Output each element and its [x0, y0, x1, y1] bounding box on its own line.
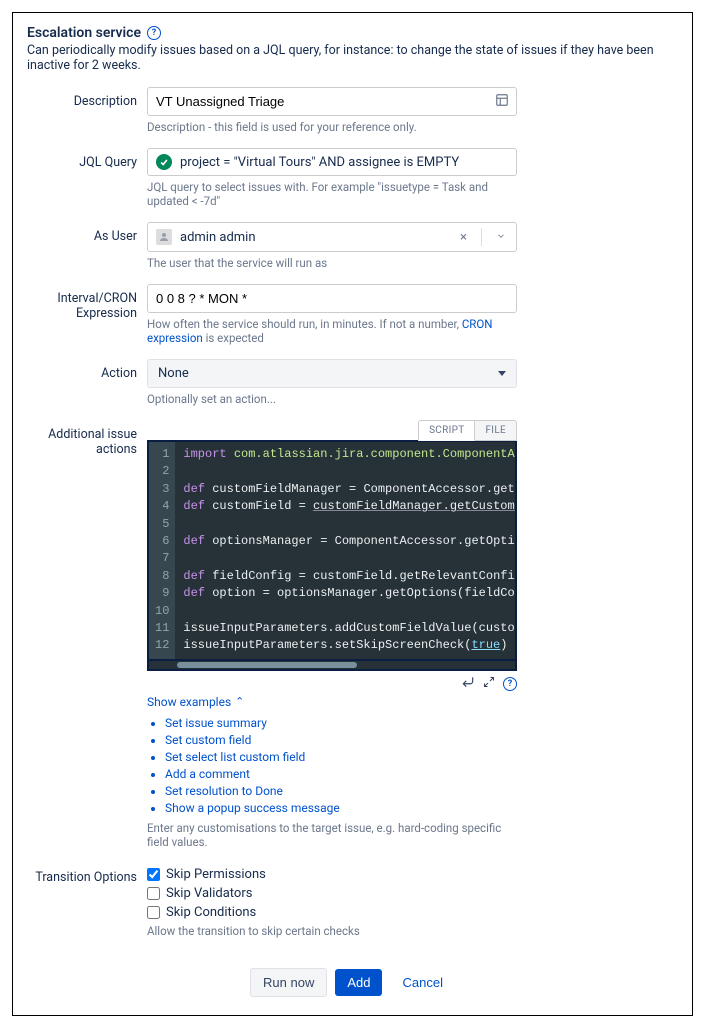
additional-label: Additional issue actions	[27, 420, 137, 859]
transition-checkbox[interactable]	[147, 906, 160, 919]
code-content[interactable]: import com.atlassian.jira.component.Comp…	[175, 442, 515, 659]
code-editor[interactable]: 123456789101112 import com.atlassian.jir…	[147, 440, 517, 661]
jql-label: JQL Query	[27, 148, 137, 218]
horizontal-scrollbar[interactable]	[147, 661, 517, 671]
scroll-thumb[interactable]	[177, 662, 357, 668]
jql-value: project = "Virtual Tours" AND assignee i…	[180, 155, 459, 170]
line-gutter: 123456789101112	[149, 442, 175, 659]
chevron-up-icon: ⌃	[235, 695, 244, 708]
transition-checkbox-label: Skip Conditions	[166, 905, 256, 920]
example-item[interactable]: Add a comment	[165, 767, 517, 781]
transition-checkbox-label: Skip Permissions	[166, 867, 266, 882]
additional-helper: Enter any customisations to the target i…	[147, 821, 517, 849]
jql-input[interactable]: project = "Virtual Tours" AND assignee i…	[147, 148, 517, 176]
action-label: Action	[27, 359, 137, 416]
chevron-down-icon[interactable]	[490, 230, 508, 245]
interval-helper: How often the service should run, in min…	[147, 317, 517, 345]
action-value: None	[158, 366, 189, 381]
action-select[interactable]: None	[147, 359, 517, 388]
transition-helper: Allow the transition to skip certain che…	[147, 924, 517, 938]
clear-icon[interactable]: ×	[454, 230, 473, 245]
example-item[interactable]: Set select list custom field	[165, 750, 517, 764]
show-examples-toggle[interactable]: Show examples ⌃	[147, 695, 244, 709]
interval-input[interactable]	[147, 284, 517, 313]
example-item[interactable]: Set custom field	[165, 733, 517, 747]
divider	[481, 228, 482, 246]
user-value: admin admin	[180, 230, 256, 245]
example-item[interactable]: Set issue summary	[165, 716, 517, 730]
template-icon[interactable]	[495, 93, 509, 111]
avatar-icon	[156, 229, 172, 245]
help-icon[interactable]: ?	[147, 26, 161, 40]
description-input[interactable]	[147, 87, 517, 116]
transition-checkbox-label: Skip Validators	[166, 886, 252, 901]
transition-label: Transition Options	[27, 863, 137, 948]
page-subtitle: Can periodically modify issues based on …	[27, 43, 678, 73]
user-label: As User	[27, 222, 137, 280]
jql-helper: JQL query to select issues with. For exa…	[147, 180, 517, 208]
interval-label: Interval/CRON Expression	[27, 284, 137, 355]
editor-help-icon[interactable]: ?	[503, 677, 517, 691]
add-button[interactable]: Add	[335, 969, 382, 996]
tab-script[interactable]: SCRIPT	[418, 420, 475, 441]
redirect-icon[interactable]	[461, 675, 475, 693]
user-helper: The user that the service will run as	[147, 256, 517, 270]
description-label: Description	[27, 87, 137, 144]
run-now-button[interactable]: Run now	[250, 968, 327, 997]
cancel-button[interactable]: Cancel	[390, 969, 454, 996]
caret-down-icon	[498, 371, 506, 376]
transition-checkbox[interactable]	[147, 887, 160, 900]
transition-checkbox[interactable]	[147, 868, 160, 881]
check-icon	[156, 154, 172, 170]
action-helper: Optionally set an action...	[147, 392, 517, 406]
user-select[interactable]: admin admin ×	[147, 222, 517, 252]
page-title: Escalation service	[27, 25, 141, 41]
description-helper: Description - this field is used for you…	[147, 120, 517, 134]
expand-icon[interactable]	[483, 676, 495, 692]
example-item[interactable]: Set resolution to Done	[165, 784, 517, 798]
tab-file[interactable]: FILE	[475, 420, 517, 441]
